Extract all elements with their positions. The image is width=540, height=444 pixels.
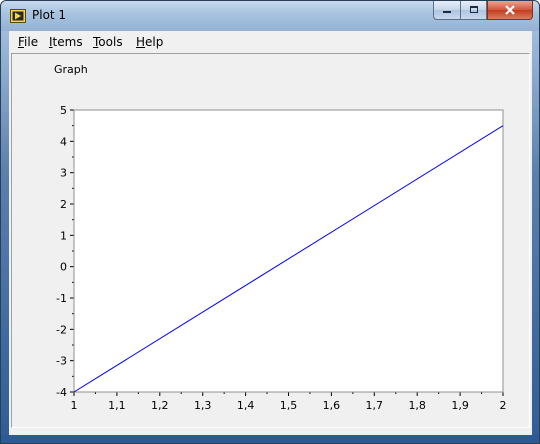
x-tick-label: 1,8 [408,399,426,412]
minimize-button[interactable] [433,1,460,20]
menu-tools[interactable]: Tools [93,35,123,49]
maximize-icon [469,6,478,13]
x-tick-label: 1,6 [323,399,341,412]
menu-help-label: elp [145,35,164,49]
x-tick-label: 1 [71,399,78,412]
menu-items-label: tems [52,35,83,49]
menu-help[interactable]: Help [136,35,163,49]
menu-tools-label: ools [98,35,123,49]
menu-help-mnemonic: H [136,35,146,49]
window-frame-bottom [1,434,539,443]
menu-file[interactable]: File [18,35,38,49]
y-tick-label: 4 [60,135,67,148]
menu-bar: File Items Tools Help [9,31,532,53]
y-tick-label: -2 [56,323,67,336]
window-frame-left [1,31,9,443]
plot-area[interactable] [73,109,504,393]
y-tick-label: 1 [60,229,67,242]
menu-items[interactable]: Items [49,35,83,49]
x-tick-label: 2 [500,399,507,412]
y-tick-label: -4 [56,386,67,399]
x-tick-label: 1,4 [237,399,255,412]
x-tick-label: 1,7 [366,399,384,412]
title-bar[interactable]: Plot 1 [1,1,539,31]
x-axis: 1 1,1 1,2 1,3 1,4 1,5 1,6 1,7 1,8 1,9 2 [71,392,507,412]
y-tick-label: 5 [60,104,67,117]
close-icon [505,5,515,15]
close-button[interactable] [487,1,533,20]
front-panel: Graph 5 4 3 2 1 0 -1 -2 -3 -4 1 1,1 1,2 1,3 1,4 1,5 1,6… [11,53,530,428]
x-tick-label: 1,2 [151,399,169,412]
graph-chart[interactable]: 5 4 3 2 1 0 -1 -2 -3 -4 1 1,1 1,2 1,3 1,4 1,5 1,6 1,7 1,8… [12,76,529,428]
y-tick-label: 0 [60,261,67,274]
caption-buttons [433,1,533,21]
client-area: File Items Tools Help Graph 5 4 3 2 1 0 -1 -2 -3… [9,31,532,435]
x-tick-label: 1,9 [451,399,469,412]
minimize-icon [443,11,451,13]
y-tick-label: -1 [56,292,67,305]
x-tick-label: 1,3 [194,399,212,412]
y-tick-label: 2 [60,198,67,211]
y-axis: 5 4 3 2 1 0 -1 -2 -3 -4 [56,104,74,399]
window-frame-right [531,31,539,443]
window-title: Plot 1 [32,8,67,22]
x-tick-label: 1,1 [108,399,126,412]
x-tick-label: 1,5 [280,399,298,412]
graph-label: Graph [54,63,88,76]
labview-app-icon[interactable] [10,8,26,24]
maximize-button[interactable] [460,1,487,20]
plot-window: Plot 1 File Items Tools Help Graph 5 4 3… [0,0,540,444]
y-tick-label: 3 [60,167,67,180]
y-tick-label: -3 [56,355,67,368]
menu-file-label: ile [24,35,39,49]
